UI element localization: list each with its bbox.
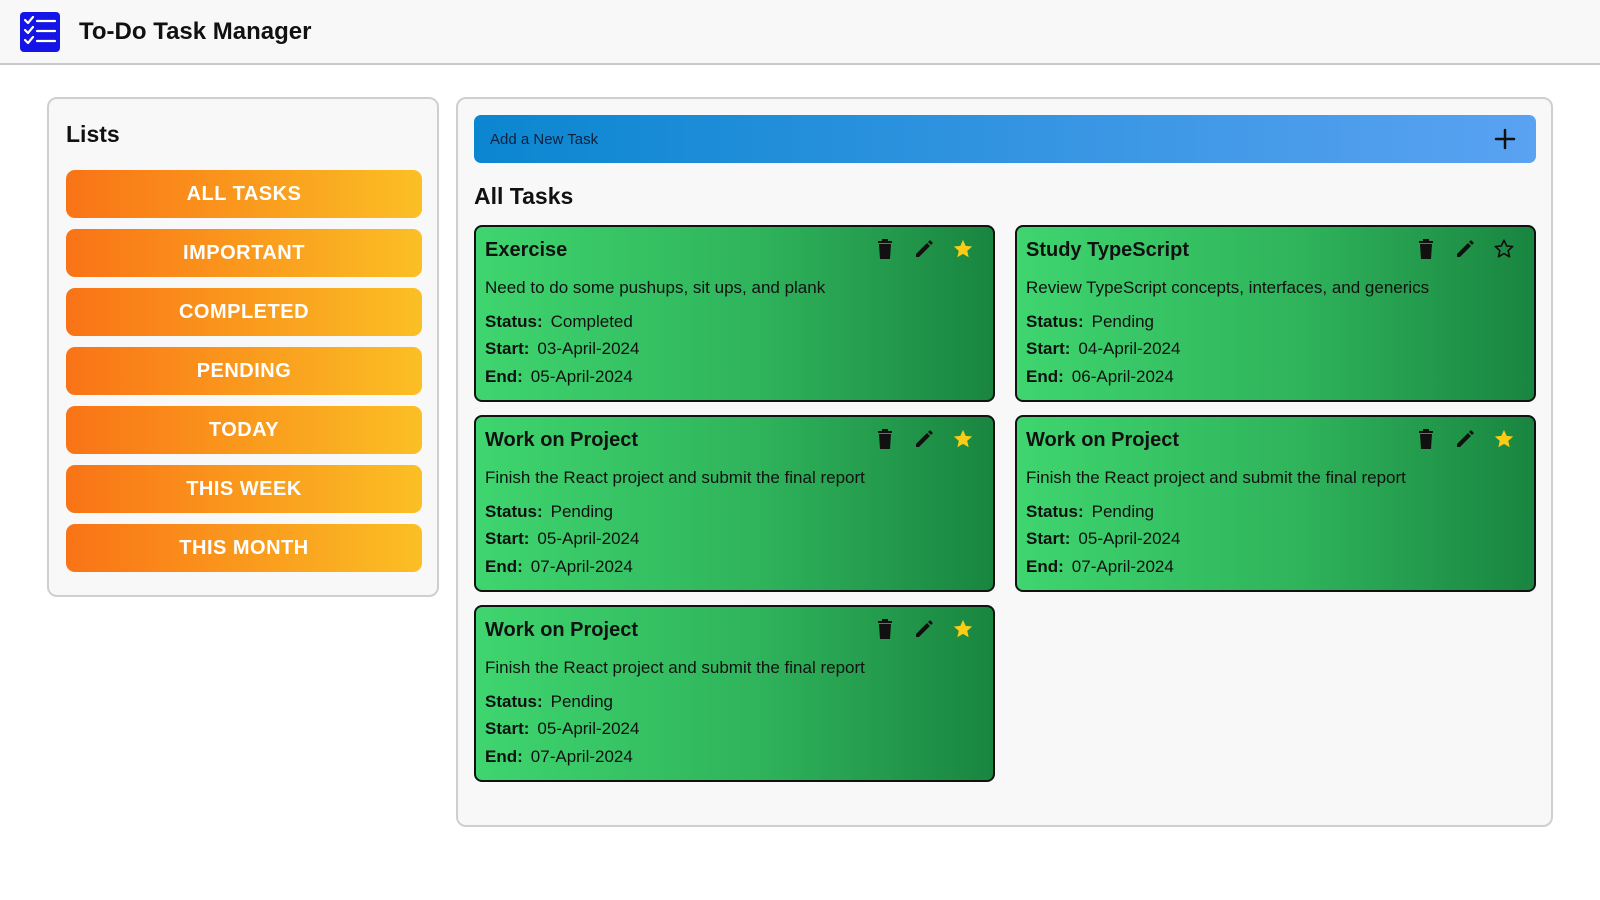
task-description: Finish the React project and submit the … [485, 658, 865, 677]
task-card: Work on Project Finish the React project… [474, 605, 995, 782]
sidebar-title: Lists [66, 121, 120, 147]
trash-icon[interactable] [1414, 427, 1438, 451]
task-description: Finish the React project and submit the … [485, 468, 865, 487]
task-start-date: 05-April-2024 [1078, 529, 1181, 548]
checklist-logo-icon [20, 12, 60, 52]
add-task-input[interactable] [474, 115, 1454, 163]
end-label: End: [485, 557, 523, 576]
lists-sidebar: Lists ALL TASKS IMPORTANT COMPLETED PEND… [47, 97, 439, 597]
list-this-week-button[interactable]: THIS WEEK [66, 465, 422, 513]
pencil-icon[interactable] [912, 237, 936, 261]
pencil-icon[interactable] [1453, 237, 1477, 261]
task-description: Finish the React project and submit the … [1026, 468, 1406, 487]
status-label: Status: [485, 692, 543, 711]
pencil-icon[interactable] [912, 427, 936, 451]
task-start-date: 04-April-2024 [1078, 339, 1181, 358]
task-card: Exercise Need to do some pushups, sit up… [474, 225, 995, 402]
list-pending-button[interactable]: PENDING [66, 347, 422, 395]
status-label: Status: [1026, 502, 1084, 521]
status-label: Status: [485, 312, 543, 331]
list-important-button[interactable]: IMPORTANT [66, 229, 422, 277]
start-label: Start: [485, 339, 530, 358]
add-task-bar[interactable] [474, 115, 1536, 163]
list-completed-button[interactable]: COMPLETED [66, 288, 422, 336]
section-title: All Tasks [474, 183, 574, 209]
task-start-date: 05-April-2024 [537, 719, 640, 738]
task-end-date: 07-April-2024 [1071, 557, 1174, 576]
task-status: Pending [550, 692, 614, 711]
status-label: Status: [1026, 312, 1084, 331]
tasks-panel: All Tasks Exercise Need to do some pushu… [456, 97, 1553, 827]
trash-icon[interactable] [873, 427, 897, 451]
task-end-date: 05-April-2024 [530, 367, 633, 386]
start-label: Start: [485, 529, 530, 548]
task-status: Pending [1091, 312, 1155, 331]
end-label: End: [1026, 367, 1064, 386]
status-label: Status: [485, 502, 543, 521]
star-filled-icon[interactable] [951, 237, 975, 261]
task-card: Work on Project Finish the React project… [1015, 415, 1536, 592]
list-all-tasks-button[interactable]: ALL TASKS [66, 170, 422, 218]
pencil-icon[interactable] [1453, 427, 1477, 451]
task-start-date: 03-April-2024 [537, 339, 640, 358]
task-card: Study TypeScript Review TypeScript conce… [1015, 225, 1536, 402]
task-title: Work on Project [485, 429, 638, 451]
list-today-button[interactable]: TODAY [66, 406, 422, 454]
star-filled-icon[interactable] [951, 427, 975, 451]
star-outline-icon[interactable] [1492, 237, 1516, 261]
task-title: Study TypeScript [1026, 239, 1189, 261]
task-title: Work on Project [1026, 429, 1179, 451]
end-label: End: [1026, 557, 1064, 576]
task-status: Pending [1091, 502, 1155, 521]
task-status: Pending [550, 502, 614, 521]
start-label: Start: [1026, 339, 1071, 358]
star-filled-icon[interactable] [1492, 427, 1516, 451]
list-this-month-button[interactable]: THIS MONTH [66, 524, 422, 572]
task-title: Exercise [485, 239, 568, 261]
end-label: End: [485, 747, 523, 766]
pencil-icon[interactable] [912, 617, 936, 641]
trash-icon[interactable] [1414, 237, 1438, 261]
start-label: Start: [485, 719, 530, 738]
trash-icon[interactable] [873, 237, 897, 261]
task-card: Work on Project Finish the React project… [474, 415, 995, 592]
trash-icon[interactable] [873, 617, 897, 641]
task-title: Work on Project [485, 619, 638, 641]
plus-icon[interactable] [1494, 128, 1516, 150]
task-description: Review TypeScript concepts, interfaces, … [1026, 278, 1430, 297]
end-label: End: [485, 367, 523, 386]
task-end-date: 07-April-2024 [530, 747, 633, 766]
star-filled-icon[interactable] [951, 617, 975, 641]
app-header: To-Do Task Manager [0, 0, 1600, 65]
task-description: Need to do some pushups, sit ups, and pl… [485, 278, 826, 297]
app-title: To-Do Task Manager [79, 18, 312, 45]
start-label: Start: [1026, 529, 1071, 548]
task-start-date: 05-April-2024 [537, 529, 640, 548]
task-end-date: 06-April-2024 [1071, 367, 1174, 386]
task-end-date: 07-April-2024 [530, 557, 633, 576]
task-status: Completed [550, 312, 633, 331]
